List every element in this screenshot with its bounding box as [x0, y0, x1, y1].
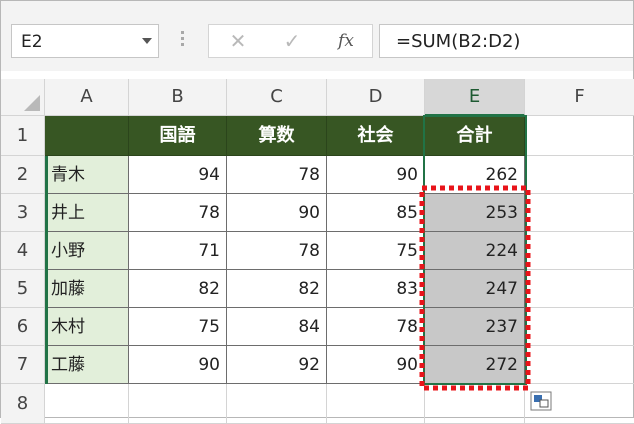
score-cell[interactable]: 94	[129, 156, 227, 194]
score-cell[interactable]: 90	[227, 194, 327, 232]
score-cell[interactable]: 253	[425, 194, 525, 232]
name-cell[interactable]: 加藤	[45, 270, 129, 308]
header-cell-b[interactable]: 国語	[129, 116, 227, 156]
name-cell[interactable]: 井上	[45, 194, 129, 232]
row-header-2[interactable]: 2	[1, 156, 45, 194]
name-box-value: E2	[21, 32, 43, 52]
column-header-e[interactable]: E	[425, 79, 525, 116]
insert-function-icon[interactable]: fx	[329, 27, 363, 55]
empty-cell[interactable]	[525, 384, 634, 424]
score-cell[interactable]: 75	[129, 308, 227, 346]
row-header-8[interactable]: 8	[1, 384, 45, 424]
score-cell[interactable]: 90	[327, 346, 425, 384]
name-cell[interactable]: 小野	[45, 232, 129, 270]
header-cell-c[interactable]: 算数	[227, 116, 327, 156]
empty-cell[interactable]	[525, 156, 634, 194]
row-header-5[interactable]: 5	[1, 270, 45, 308]
score-cell[interactable]: 272	[425, 346, 525, 384]
score-cell[interactable]: 92	[227, 346, 327, 384]
column-header-b[interactable]: B	[129, 79, 227, 116]
header-cell-e[interactable]: 合計	[425, 116, 525, 156]
formula-input[interactable]: =SUM(B2:D2)	[379, 24, 633, 58]
score-cell[interactable]: 247	[425, 270, 525, 308]
column-header-f[interactable]: F	[525, 79, 634, 116]
select-all-corner[interactable]	[1, 79, 45, 116]
score-cell[interactable]: 82	[129, 270, 227, 308]
score-cell[interactable]: 262	[425, 156, 525, 194]
empty-cell[interactable]	[525, 346, 634, 384]
score-cell[interactable]: 84	[227, 308, 327, 346]
formula-text: =SUM(B2:D2)	[396, 31, 521, 52]
score-cell[interactable]: 75	[327, 232, 425, 270]
score-cell[interactable]: 224	[425, 232, 525, 270]
column-header-d[interactable]: D	[327, 79, 425, 116]
empty-cell[interactable]	[525, 232, 634, 270]
cancel-icon[interactable]: ✕	[221, 27, 255, 55]
chevron-down-icon[interactable]	[142, 38, 152, 44]
row-header-1[interactable]: 1	[1, 116, 45, 156]
score-cell[interactable]: 83	[327, 270, 425, 308]
empty-cell[interactable]	[45, 384, 129, 424]
empty-cell[interactable]	[525, 194, 634, 232]
header-cell-d[interactable]: 社会	[327, 116, 425, 156]
name-cell[interactable]: 工藤	[45, 346, 129, 384]
empty-cell[interactable]	[425, 384, 525, 424]
empty-cell[interactable]	[525, 270, 634, 308]
score-cell[interactable]: 237	[425, 308, 525, 346]
spreadsheet-window: E2 ✕ ✓ fx =SUM(B2:D2) A B C D E F 1 2 3 4 5 6 7 8 国語 算数…	[0, 0, 634, 424]
empty-cell[interactable]	[525, 308, 634, 346]
score-cell[interactable]: 78	[227, 156, 327, 194]
column-header-a[interactable]: A	[45, 79, 129, 116]
score-cell[interactable]: 90	[129, 346, 227, 384]
score-cell[interactable]: 71	[129, 232, 227, 270]
formula-bar-area: E2 ✕ ✓ fx =SUM(B2:D2)	[1, 1, 633, 71]
column-header-c[interactable]: C	[227, 79, 327, 116]
score-cell[interactable]: 78	[227, 232, 327, 270]
name-cell[interactable]: 青木	[45, 156, 129, 194]
score-cell[interactable]: 82	[227, 270, 327, 308]
header-cell-a[interactable]	[45, 116, 129, 156]
empty-cell[interactable]	[129, 384, 227, 424]
score-cell[interactable]: 78	[327, 308, 425, 346]
enter-icon[interactable]: ✓	[275, 27, 309, 55]
cell-f1[interactable]	[525, 116, 634, 156]
row-header-6[interactable]: 6	[1, 308, 45, 346]
row-header-4[interactable]: 4	[1, 232, 45, 270]
name-cell[interactable]: 木村	[45, 308, 129, 346]
empty-cell[interactable]	[227, 384, 327, 424]
name-box[interactable]: E2	[11, 24, 159, 58]
row-header-7[interactable]: 7	[1, 346, 45, 384]
formula-buttons: ✕ ✓ fx	[208, 24, 373, 58]
score-cell[interactable]: 78	[129, 194, 227, 232]
drag-handle-icon[interactable]	[181, 31, 184, 49]
row-header-3[interactable]: 3	[1, 194, 45, 232]
empty-cell[interactable]	[327, 384, 425, 424]
score-cell[interactable]: 90	[327, 156, 425, 194]
score-cell[interactable]: 85	[327, 194, 425, 232]
